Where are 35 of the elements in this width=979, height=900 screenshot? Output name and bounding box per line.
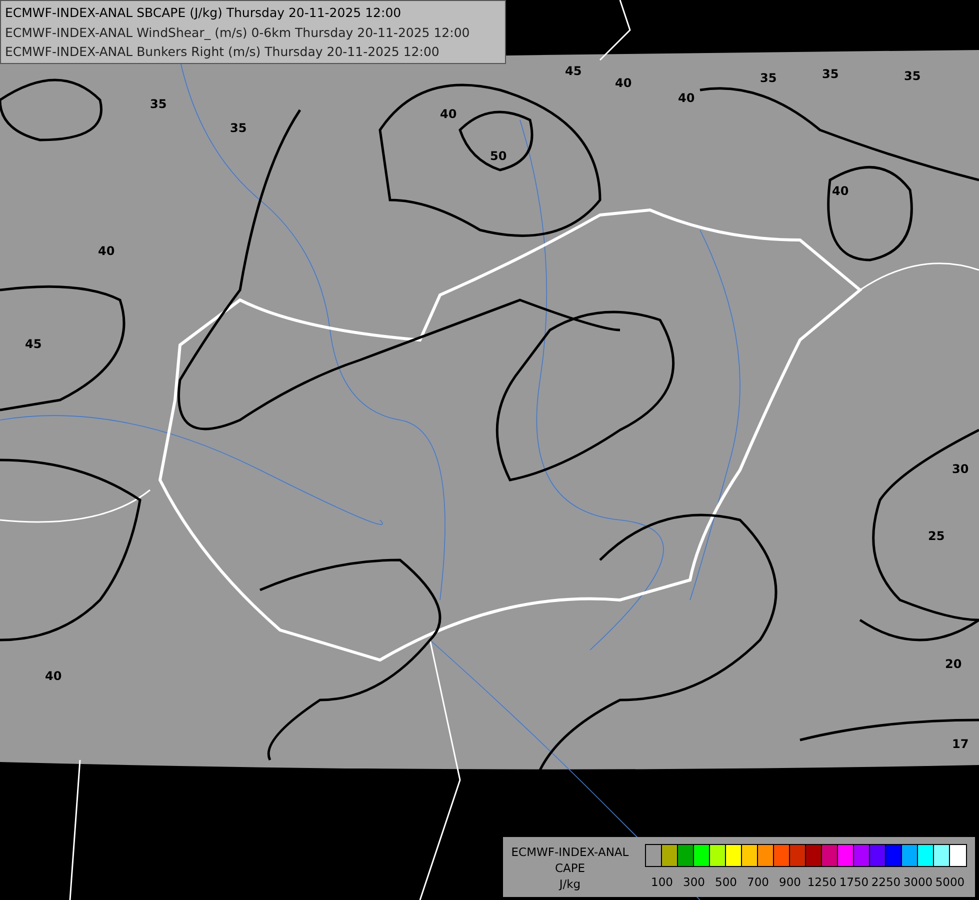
contour-label: 30 (952, 462, 969, 476)
contour-label: 35 (760, 71, 777, 85)
contour-label: 40 (832, 184, 849, 198)
map-title: ECMWF-INDEX-ANAL SBCAPE (J/kg) Thursday 20-11-2025 12:00 (5, 4, 402, 22)
contour-label: 40 (678, 91, 695, 105)
legend-title: ECMWF-INDEX-ANAL (511, 844, 629, 860)
contour-label: 40 (45, 669, 62, 683)
contour-label: 40 (98, 244, 115, 258)
scale-label: 900 (779, 875, 801, 889)
legend-title: CAPE (554, 860, 586, 876)
contour-label: 35 (150, 97, 167, 111)
scale-label: 1750 (839, 875, 869, 889)
map-title: ECMWF-INDEX-ANAL Bunkers Right (m/s) Thursday 20-11-2025 12:00 (5, 43, 440, 61)
scale-label: 3000 (903, 875, 933, 889)
contour-label: 17 (952, 737, 969, 751)
contour-label: 50 (490, 149, 507, 163)
contour-label: 35 (822, 67, 839, 81)
map-title: ECMWF-INDEX-ANAL WindShear_ (m/s) 0-6km Thursday 20-11-2025 12:00 (5, 24, 471, 42)
scale-label: 2250 (871, 875, 901, 889)
contour-label: 35 (904, 69, 921, 83)
contour-label: 40 (440, 107, 457, 121)
scale-label: 5000 (935, 875, 965, 889)
contour-label: 25 (928, 529, 945, 543)
scale-label: 100 (651, 875, 673, 889)
scale-label: 300 (683, 875, 705, 889)
legend-title: J/kg (559, 876, 581, 892)
contour-label: 20 (945, 657, 962, 671)
scale-label: 700 (747, 875, 769, 889)
contour-label: 45 (565, 64, 582, 78)
border-line (599, 0, 631, 61)
contour-label: 45 (25, 337, 42, 351)
scale-label: 500 (715, 875, 737, 889)
contour-label: 40 (615, 76, 632, 90)
contour-label: 35 (230, 121, 247, 135)
scale-label: 1250 (807, 875, 837, 889)
